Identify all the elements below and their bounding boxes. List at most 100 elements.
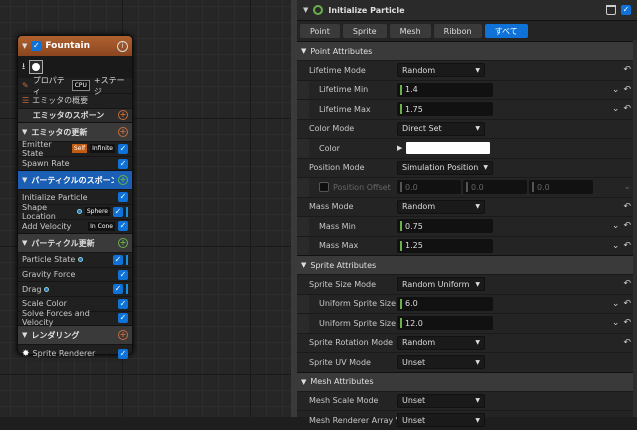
module-shape-location[interactable]: Shape Location Sphere: [18, 203, 132, 221]
add-module-icon[interactable]: +: [118, 238, 128, 249]
position-mode-dropdown[interactable]: Simulation Position ▼: [397, 160, 493, 175]
chevron-down-icon[interactable]: ⌄: [612, 241, 620, 251]
module-solve-forces[interactable]: Solve Forces and Velocity: [18, 309, 132, 327]
active-indicator: [126, 254, 128, 265]
reset-arrow-icon[interactable]: ↶: [623, 104, 631, 114]
add-module-icon[interactable]: +: [118, 175, 128, 186]
module-initialize-particle[interactable]: Initialize Particle: [18, 189, 132, 204]
mesh-renderer-array-dropdown[interactable]: Unset ▼: [397, 413, 485, 428]
module-enabled-checkbox[interactable]: [118, 269, 128, 280]
module-enabled-checkbox[interactable]: [113, 206, 123, 217]
collapse-triangle-icon[interactable]: ▼: [303, 6, 308, 14]
mass-mode-dropdown[interactable]: Random ▼: [397, 199, 485, 214]
chevron-down-icon[interactable]: ⌄: [612, 299, 620, 309]
emitter-summary[interactable]: ☰ エミッタの概要: [18, 93, 132, 108]
reset-arrow-icon[interactable]: ↶: [623, 85, 631, 95]
prop-sprite-rotation-mode: Sprite Rotation Mode Random ▼ ↶: [297, 332, 637, 353]
sprite-size-min-input[interactable]: 6.0: [397, 296, 493, 311]
details-scrollbar[interactable]: [633, 40, 637, 417]
collapse-triangle-icon[interactable]: ▼: [22, 42, 27, 50]
collapse-triangle-icon[interactable]: ▼: [301, 261, 306, 269]
position-offset-x[interactable]: 0.0: [397, 180, 461, 195]
info-icon[interactable]: i: [117, 40, 128, 52]
module-scale-color[interactable]: Scale Color: [18, 295, 132, 311]
chevron-down-icon[interactable]: ⌄: [612, 85, 620, 95]
emitter-enabled-checkbox[interactable]: [31, 41, 42, 51]
tab-mesh[interactable]: Mesh: [389, 24, 431, 38]
particle-spawn-section[interactable]: ▼ パーティクルのスポーン +: [18, 170, 132, 190]
reset-arrow-icon[interactable]: ↶: [623, 299, 631, 309]
emitter-thumbnail-icon[interactable]: [29, 60, 44, 74]
lifetime-min-input[interactable]: 1.4: [397, 82, 493, 97]
tab-all[interactable]: すべて: [484, 24, 528, 38]
reset-arrow-icon[interactable]: ↶: [623, 241, 631, 251]
reset-arrow-icon[interactable]: ↶: [623, 338, 631, 348]
position-offset-z[interactable]: 0.0: [529, 180, 593, 195]
prop-lifetime-max: Lifetime Max 1.75 ⌄ ↶: [297, 99, 637, 119]
add-module-icon[interactable]: +: [118, 127, 128, 138]
reset-arrow-icon[interactable]: ↶: [623, 202, 631, 212]
chevron-down-icon[interactable]: ⌄: [612, 221, 620, 231]
category-mesh-attributes[interactable]: ▼ Mesh Attributes: [297, 371, 637, 391]
particle-update-section[interactable]: ▼ パーティクル更新 +: [18, 233, 132, 253]
module-enabled-checkbox[interactable]: [118, 158, 128, 169]
collapse-triangle-icon[interactable]: ▼: [301, 47, 306, 55]
reset-arrow-icon[interactable]: ↶: [623, 279, 631, 289]
category-point-attributes[interactable]: ▼ Point Attributes: [297, 41, 637, 60]
lifetime-mode-dropdown[interactable]: Random ▼: [397, 63, 485, 78]
module-enabled-checkbox[interactable]: [118, 298, 128, 309]
position-offset-y[interactable]: 0.0: [463, 180, 527, 195]
chevron-down-icon[interactable]: ⌄: [623, 182, 631, 192]
tab-point[interactable]: Point: [300, 24, 340, 38]
module-enabled-checkbox[interactable]: [118, 313, 128, 324]
add-module-icon[interactable]: +: [118, 110, 128, 121]
reset-arrow-icon[interactable]: ↶: [623, 65, 631, 75]
module-enabled-checkbox[interactable]: [118, 143, 128, 154]
expand-triangle-icon[interactable]: ▶: [397, 144, 402, 152]
module-enabled-checkbox[interactable]: [621, 5, 631, 15]
sprite-rotation-mode-dropdown[interactable]: Random ▼: [397, 335, 485, 350]
color-swatch[interactable]: [406, 142, 491, 155]
tab-ribbon[interactable]: Ribbon: [433, 24, 482, 38]
emitter-node-header[interactable]: ▼ Fountain i: [18, 36, 132, 56]
collapse-triangle-icon[interactable]: ▼: [22, 176, 27, 184]
trash-icon[interactable]: [606, 5, 616, 15]
tab-sprite[interactable]: Sprite: [342, 24, 387, 38]
module-drag[interactable]: Drag: [18, 281, 132, 296]
module-enabled-checkbox[interactable]: [113, 284, 123, 295]
module-sprite-renderer[interactable]: ✸ Sprite Renderer: [18, 344, 132, 362]
module-enabled-checkbox[interactable]: [118, 221, 128, 232]
reset-arrow-icon[interactable]: ↶: [623, 221, 631, 231]
emitter-update-section[interactable]: ▼ エミッタの更新 +: [18, 122, 132, 142]
emitter-node[interactable]: ▼ Fountain i ⭳ ✎ プロパティ CPU +ステージ ☰ エミッタの…: [17, 35, 133, 359]
emitter-spawn-section[interactable]: エミッタのスポーン +: [18, 107, 132, 123]
lifetime-max-input[interactable]: 1.75: [397, 102, 493, 117]
add-module-icon[interactable]: +: [118, 330, 128, 341]
mesh-scale-mode-dropdown[interactable]: Unset ▼: [397, 393, 485, 408]
module-enabled-checkbox[interactable]: [118, 192, 128, 203]
collapse-triangle-icon[interactable]: ▼: [22, 128, 27, 136]
sprite-size-max-input[interactable]: 12.0: [397, 316, 493, 331]
sprite-size-mode-dropdown[interactable]: Random Uniform ▼: [397, 277, 485, 292]
chevron-down-icon[interactable]: ⌄: [612, 104, 620, 114]
collapse-triangle-icon[interactable]: ▼: [22, 331, 27, 339]
category-sprite-attributes[interactable]: ▼ Sprite Attributes: [297, 255, 637, 274]
properties-button[interactable]: プロパティ: [33, 75, 68, 97]
module-particle-state[interactable]: Particle State: [18, 252, 132, 267]
download-icon[interactable]: ⭳: [22, 59, 25, 75]
render-section[interactable]: ▼ レンダリング +: [18, 325, 132, 345]
collapse-triangle-icon[interactable]: ▼: [22, 239, 27, 247]
chevron-down-icon[interactable]: ⌄: [612, 318, 620, 328]
mass-max-input[interactable]: 1.25: [397, 238, 493, 253]
add-stage-button[interactable]: +ステージ: [94, 75, 128, 97]
module-enabled-checkbox[interactable]: [113, 254, 123, 265]
color-mode-dropdown[interactable]: Direct Set ▼: [397, 121, 485, 136]
module-emitter-state[interactable]: Emitter State Self Infinite: [18, 140, 132, 158]
module-enabled-checkbox[interactable]: [118, 348, 128, 359]
mass-min-input[interactable]: 0.75: [397, 219, 493, 234]
position-offset-checkbox[interactable]: [319, 182, 329, 193]
module-gravity-force[interactable]: Gravity Force: [18, 266, 132, 282]
collapse-triangle-icon[interactable]: ▼: [301, 378, 306, 386]
reset-arrow-icon[interactable]: ↶: [623, 318, 631, 328]
sprite-uv-mode-dropdown[interactable]: Unset ▼: [397, 355, 485, 370]
